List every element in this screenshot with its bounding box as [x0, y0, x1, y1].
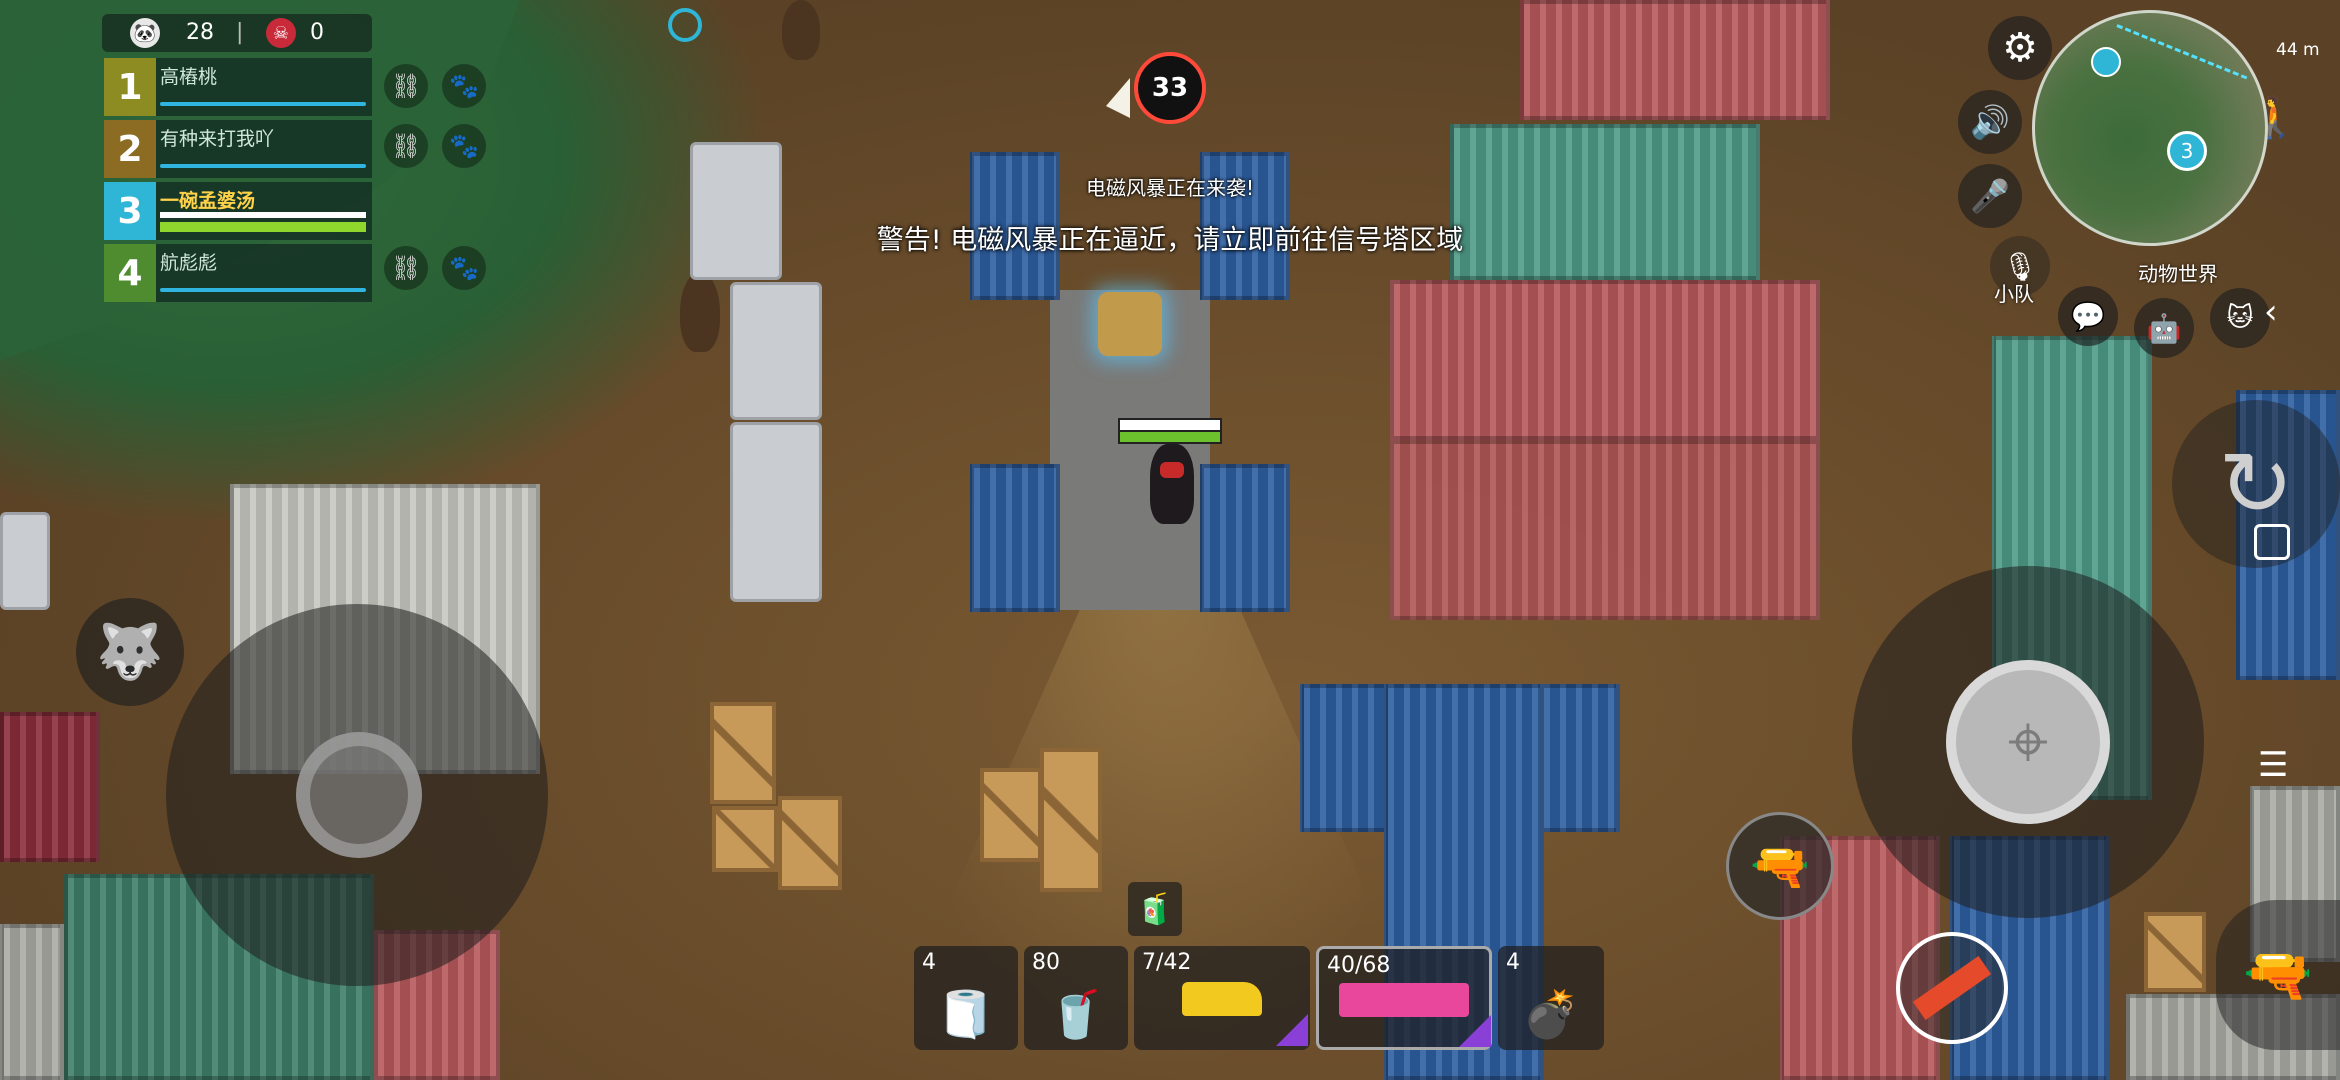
- storm-timer: 33: [1134, 52, 1206, 124]
- speaker-icon[interactable]: 🔊: [1958, 90, 2022, 154]
- animal-face-icon[interactable]: 🐾: [442, 64, 486, 108]
- team-member-number: 2: [104, 120, 156, 178]
- inventory-slot[interactable]: 4 🧻: [914, 946, 1018, 1050]
- wooden-crate: [778, 796, 842, 890]
- route-line: [2082, 24, 2248, 163]
- team-member-name: 高樁桃: [160, 66, 218, 88]
- tape-icon: 🧻: [937, 987, 995, 1041]
- score-bar: 🐼 28 | ☠ 0: [102, 14, 372, 52]
- kills-count: 0: [310, 20, 324, 45]
- wooden-crate: [710, 702, 776, 804]
- team-member-health: [160, 102, 366, 106]
- team-member-number: 4: [104, 244, 156, 302]
- concrete-block: [0, 512, 50, 610]
- waypoint-marker: 3: [2167, 131, 2207, 171]
- item-count: 4: [1506, 950, 1520, 975]
- wooden-crate: [712, 806, 778, 872]
- team-member-health: [160, 288, 366, 292]
- animal-face-icon[interactable]: 🐾: [442, 124, 486, 168]
- pistol-icon: [1182, 982, 1262, 1016]
- team-member-row[interactable]: 3 一碗孟婆汤: [104, 182, 372, 240]
- team-member-number: 3: [104, 182, 156, 240]
- team-member-health: [160, 222, 366, 232]
- unlink-icon[interactable]: ⛓: [384, 124, 428, 168]
- skill-button[interactable]: [1896, 932, 2008, 1044]
- shipping-container: [1390, 280, 1820, 440]
- network-latency: 44 m: [2276, 40, 2320, 60]
- team-voice-label: 小队: [1994, 282, 2034, 306]
- players-alive-icon: 🐼: [130, 18, 160, 48]
- wooden-crate: [1040, 748, 1102, 892]
- smg-icon: [1339, 983, 1469, 1017]
- medkit-icon: 🥤: [1047, 987, 1105, 1041]
- shipping-container: [0, 712, 100, 862]
- team-member-armor: [160, 212, 366, 218]
- microphone-icon[interactable]: 🎤: [1958, 164, 2022, 228]
- square-nav-icon[interactable]: [2254, 524, 2290, 560]
- team-member-name: 有种来打我吖: [160, 128, 275, 150]
- concrete-block: [730, 422, 822, 602]
- dodge-roll-button[interactable]: 🐺: [76, 598, 184, 706]
- gear-icon[interactable]: ⚙: [1988, 16, 2052, 80]
- grenade-icon: 💣: [1522, 987, 1580, 1041]
- shipping-container: [1520, 0, 1830, 120]
- ammo-count: 7/42: [1142, 950, 1192, 975]
- weapon-slot-smg[interactable]: 40/68: [1316, 946, 1492, 1050]
- rarity-corner: [1276, 1014, 1308, 1046]
- unlink-icon[interactable]: ⛓: [384, 64, 428, 108]
- player-character: [1150, 444, 1194, 524]
- joystick-knob[interactable]: [296, 732, 422, 858]
- team-member-name: 航彪彪: [160, 252, 218, 274]
- player-marker-icon: [2091, 47, 2121, 77]
- water-marker-icon: [668, 8, 702, 42]
- animal-face-icon[interactable]: 🐾: [442, 246, 486, 290]
- inventory-slot[interactable]: 4 💣: [1498, 946, 1604, 1050]
- map-location-label: 动物世界: [2138, 262, 2218, 286]
- shipping-container: [970, 464, 1060, 612]
- team-member-row[interactable]: 1 高樁桃: [104, 58, 372, 116]
- player-health-bar: [1118, 430, 1222, 444]
- cat-icon[interactable]: 🐱: [2210, 288, 2270, 348]
- chat-icon[interactable]: 💬: [2058, 286, 2118, 346]
- reload-ammo-button[interactable]: 🔫: [1726, 812, 1834, 920]
- team-member-row[interactable]: 2 有种来打我吖: [104, 120, 372, 178]
- collapse-arrow-icon[interactable]: ‹: [2264, 292, 2304, 342]
- menu-icon[interactable]: ☰: [2258, 748, 2294, 782]
- wooden-crate: [980, 768, 1042, 862]
- team-member-health: [160, 164, 366, 168]
- item-count: 4: [922, 950, 936, 975]
- shipping-container: [1390, 440, 1820, 620]
- concrete-block: [730, 282, 822, 420]
- unlink-icon[interactable]: ⛓: [384, 246, 428, 290]
- shipping-container: [1200, 464, 1290, 612]
- weapon-slot-pistol[interactable]: 7/42: [1134, 946, 1310, 1050]
- storm-warning-title: 电磁风暴正在来袭!: [1085, 176, 1255, 200]
- skill-icon: [1912, 956, 1992, 1020]
- switch-weapon-button[interactable]: 🔫: [2216, 900, 2340, 1050]
- supply-drop-item[interactable]: [1098, 292, 1162, 356]
- ammo-count: 40/68: [1327, 953, 1391, 978]
- player-mask: [1160, 462, 1184, 478]
- inventory-slot[interactable]: 80 🥤: [1024, 946, 1128, 1050]
- shipping-container: [0, 924, 64, 1080]
- rarity-corner: [1459, 1015, 1491, 1047]
- score-divider: |: [236, 20, 244, 45]
- fire-crosshair-button[interactable]: ⌖: [1946, 660, 2110, 824]
- item-count: 80: [1032, 950, 1060, 975]
- quick-heal-slot[interactable]: 🧃: [1128, 882, 1182, 936]
- team-member-number: 1: [104, 58, 156, 116]
- kills-icon: ☠: [266, 18, 296, 48]
- tree-stump: [680, 272, 720, 352]
- team-member-name: 一碗孟婆汤: [160, 190, 256, 212]
- minimap[interactable]: 3: [2032, 10, 2268, 246]
- tree-trunk: [782, 0, 820, 60]
- emote-icon[interactable]: 🤖: [2134, 298, 2194, 358]
- players-alive-count: 28: [186, 20, 214, 45]
- team-member-row[interactable]: 4 航彪彪: [104, 244, 372, 302]
- wooden-crate: [2144, 912, 2206, 992]
- storm-warning-message: 警告! 电磁风暴正在逼近，请立即前往信号塔区域: [876, 225, 1464, 256]
- concrete-block: [690, 142, 782, 280]
